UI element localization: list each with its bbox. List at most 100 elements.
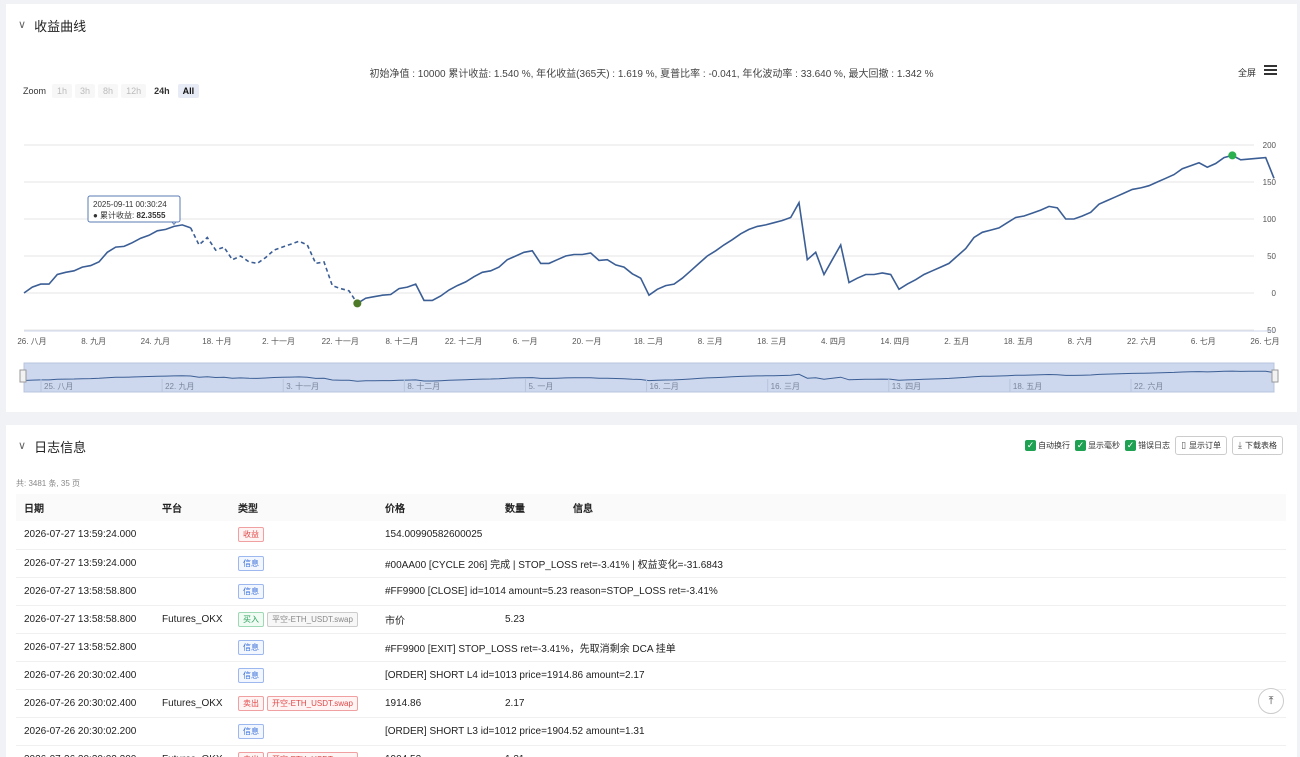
price-cell: 1904.52 — [377, 745, 497, 757]
x-tick-label: 18. 五月 — [1004, 337, 1033, 346]
type-cell: 信息 — [230, 717, 377, 746]
direction-tag: 平空-ETH_USDT.swap — [267, 611, 358, 627]
date-text: 2026-07-27 13:58:58.800 — [24, 613, 137, 625]
date-text: 2026-07-26 20:30:02.400 — [24, 697, 137, 709]
navigator-tick-label: 13. 四月 — [892, 382, 921, 391]
platform-cell — [154, 661, 230, 690]
table-row: 2026-07-26 20:30:02.200 Futures_OKX 卖出开空-E… — [16, 745, 1286, 757]
date-cell: 2026-07-26 20:30:02.200 — [16, 745, 154, 757]
date-text: 2026-07-26 20:30:02.200 — [24, 725, 137, 737]
navigator-tick-label: 18. 五月 — [1013, 382, 1042, 391]
column-header-type[interactable]: 类型 — [230, 494, 377, 521]
navigator-handle-right — [1271, 369, 1279, 383]
record-count: 共: 3481 条, 35 页 — [16, 479, 81, 488]
column-header-date[interactable]: 日期 — [16, 494, 154, 521]
download-icon: ⤓ — [1238, 440, 1242, 450]
checkmark-icon: ✓ — [1025, 440, 1037, 451]
auto-wrap-checkbox[interactable]: ✓ 自动换行 — [1025, 440, 1070, 451]
zoom-button-12h[interactable]: 12h — [121, 84, 147, 98]
x-tick-label: 8. 六月 — [1068, 336, 1093, 346]
hamburger-menu-icon[interactable] — [1264, 65, 1277, 75]
equity-curve-panel: ∨ 收益曲线 200 150 100 50 0 -50 26. 八月 8. 九月 24. 九月 1… — [6, 4, 1297, 412]
x-tick-label: 22. 十二月 — [445, 336, 482, 346]
type-cell: 信息 — [230, 661, 377, 690]
price-text: 154.00990582600025 — [385, 529, 483, 541]
column-header-platform[interactable]: 平台 — [154, 494, 230, 521]
column-header-price[interactable]: 价格 — [377, 494, 497, 521]
log-header[interactable]: ∨ 日志信息 — [18, 437, 86, 456]
equity-line — [356, 154, 1275, 305]
x-tick-label: 22. 六月 — [1127, 336, 1156, 346]
date-text: 2026-07-27 13:58:58.800 — [24, 585, 137, 597]
checkmark-icon: ✓ — [1125, 440, 1137, 451]
type-cell: 信息 — [230, 549, 377, 578]
type-tag: 信息 — [238, 583, 264, 599]
direction-tag: 开空-ETH_USDT.swap — [267, 695, 358, 711]
amount-cell: 2.17 — [497, 689, 565, 718]
button-label: 显示订单 — [1189, 441, 1222, 450]
table-header-row: 日期 平台 类型 价格 数量 信息 — [16, 494, 1286, 521]
zoom-button-8h[interactable]: 8h — [98, 84, 119, 98]
price-text: 市价 — [385, 615, 405, 627]
chevron-down-icon[interactable]: ∨ — [18, 441, 26, 452]
date-cell: 2026-07-26 20:30:02.400 — [16, 661, 154, 690]
info-cell — [565, 605, 1286, 634]
navigator-tick-label: 16. 三月 — [771, 382, 800, 391]
price-text: [ORDER] SHORT L3 id=1012 price=1904.52 a… — [385, 725, 645, 737]
x-tick-label: 20. 一月 — [572, 337, 601, 346]
zoom-button-1h[interactable]: 1h — [52, 84, 73, 98]
table-row: 2026-07-27 13:58:58.800 Futures_OKX 买入 平空-E… — [16, 605, 1286, 634]
tooltip-value: ● 累计收益: 82.3555 — [93, 210, 166, 220]
amount-text: 1.31 — [505, 754, 524, 757]
date-cell: 2026-07-27 13:59:24.000 — [16, 521, 154, 550]
price-cell: 市价 — [377, 605, 497, 634]
type-tag: 信息 — [238, 723, 264, 739]
x-tick-label: 24. 九月 — [141, 337, 170, 346]
log-toolbar: ✓ 自动换行 ✓ 显示毫秒 ✓ 错误日志 ▯ 显示订单 ⤓ 下载表格 — [1025, 436, 1283, 455]
zoom-button-all[interactable]: All — [177, 84, 200, 98]
amount-text: 2.17 — [505, 697, 525, 709]
column-header-info[interactable]: 信息 — [565, 494, 1286, 521]
fullscreen-button[interactable]: 全屏 — [1238, 66, 1256, 79]
checkbox-label: 自动换行 — [1038, 441, 1071, 450]
type-tag: 卖出 — [238, 751, 264, 757]
checkbox-label: 错误日志 — [1138, 441, 1171, 450]
x-tick-label: 8. 十二月 — [385, 336, 418, 346]
error-log-checkbox[interactable]: ✓ 错误日志 — [1125, 440, 1170, 451]
y-tick-label: 100 — [1263, 215, 1277, 224]
panel-title: 日志信息 — [34, 440, 87, 455]
y-tick-label: 150 — [1263, 178, 1277, 187]
info-cell — [565, 521, 1286, 550]
table-row: 2026-07-27 13:59:24.000 信息 #00AA00 [CYCLE … — [16, 549, 1286, 578]
column-header-amount[interactable]: 数量 — [497, 494, 565, 521]
zoom-button-24h[interactable]: 24h — [149, 84, 175, 98]
price-text: [ORDER] SHORT L4 id=1013 price=1914.86 a… — [385, 669, 645, 681]
navigator-tick-label: 3. 十一月 — [286, 381, 319, 391]
direction-tag: 开空-ETH_USDT.swap — [267, 751, 358, 757]
zoom-button-3h[interactable]: 3h — [75, 84, 96, 98]
x-tick-label: 4. 四月 — [821, 337, 846, 346]
date-text: 2026-07-27 13:58:52.800 — [24, 641, 137, 653]
show-ms-checkbox[interactable]: ✓ 显示毫秒 — [1075, 440, 1120, 451]
platform-text: Futures_OKX — [162, 613, 223, 625]
arrow-up-icon[interactable]: ⤒ — [1258, 688, 1284, 714]
min-point-marker — [353, 299, 362, 308]
document-icon: ▯ — [1181, 440, 1187, 450]
log-table-body: 2026-07-27 13:59:24.000 收益 154.00990582600… — [16, 521, 1286, 757]
type-cell: 信息 — [230, 633, 377, 662]
x-tick-label: 6. 七月 — [1191, 337, 1216, 346]
download-table-button[interactable]: ⤓ 下载表格 — [1232, 436, 1283, 455]
date-cell: 2026-07-27 13:59:24.000 — [16, 549, 154, 578]
amount-text: 5.23 — [505, 613, 525, 625]
date-cell: 2026-07-27 13:58:58.800 — [16, 577, 154, 606]
x-tick-label: 14. 四月 — [880, 337, 909, 346]
x-tick-label: 6. 一月 — [513, 337, 538, 346]
x-tick-label: 26. 七月 — [1250, 337, 1279, 346]
price-cell: [ORDER] SHORT L3 id=1012 price=1904.52 a… — [377, 717, 1286, 746]
table-row: 2026-07-27 13:58:58.800 信息 #FF9900 [CLOSE]… — [16, 577, 1286, 606]
table-row: 2026-07-27 13:59:24.000 收益 154.00990582600… — [16, 521, 1286, 550]
max-point-marker — [1228, 151, 1237, 160]
info-cell — [565, 745, 1286, 757]
show-orders-button[interactable]: ▯ 显示订单 — [1175, 436, 1228, 455]
platform-text: Futures_OKX — [162, 697, 223, 709]
